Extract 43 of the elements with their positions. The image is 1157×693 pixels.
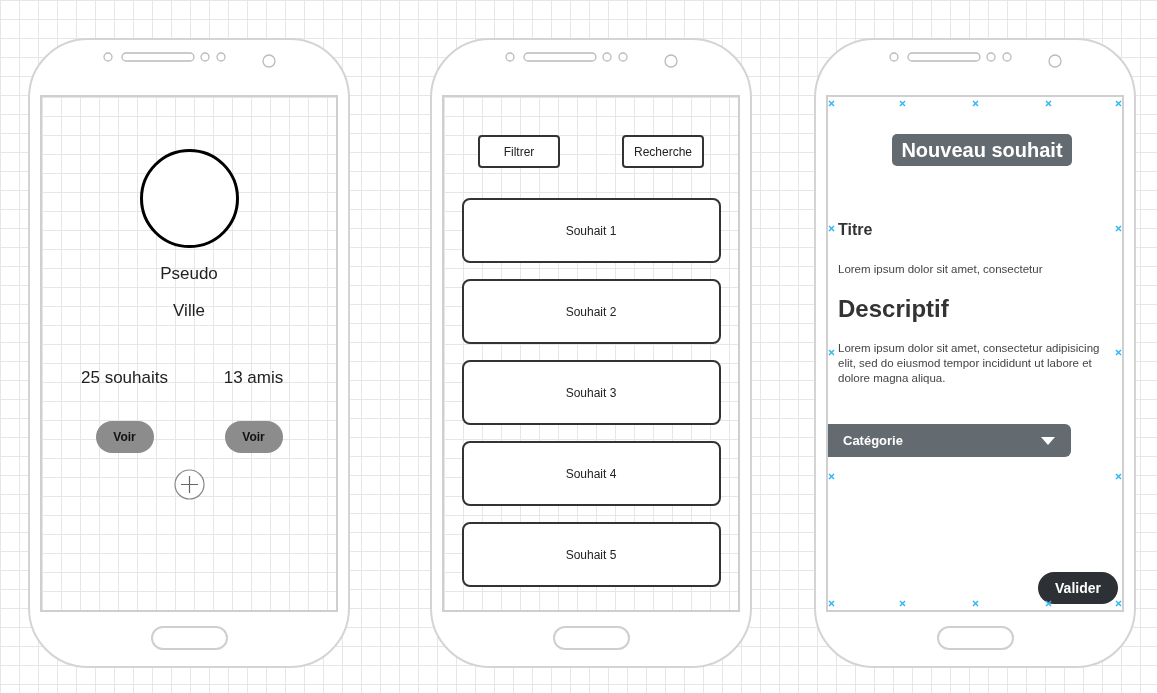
wish-list-item[interactable]: Souhait 4: [461, 441, 721, 506]
cross-mark-icon: [899, 100, 906, 107]
wish-list-item[interactable]: Souhait 5: [461, 522, 721, 587]
cross-mark-icon: [1045, 100, 1052, 107]
stat-text: 13 amis: [223, 367, 284, 389]
field-label: Descriptif: [838, 294, 950, 324]
field-label: Titre: [838, 220, 874, 240]
cross-mark-icon: [828, 100, 835, 107]
toolbar-button[interactable]: Recherche: [622, 135, 704, 168]
add-icon[interactable]: [173, 468, 205, 500]
cross-mark-icon: [972, 600, 979, 607]
username-text: Pseudo: [160, 263, 218, 285]
cross-mark-icon: [1115, 473, 1122, 480]
cross-mark-icon: [828, 473, 835, 480]
field-text: Lorem ipsum dolor sit amet, consectetur: [838, 262, 1044, 277]
dropdown-caret-icon: [1041, 436, 1055, 445]
city-text: Ville: [173, 299, 205, 322]
cross-mark-icon: [972, 100, 979, 107]
home-button[interactable]: [150, 626, 228, 650]
camera-icon: [1048, 54, 1062, 68]
field-text: Lorem ipsum dolor sit amet, consectetur adipisicing elit, sed do eiusmod tempor incididunt ut labore et dolore magna aliqua.: [838, 341, 1101, 386]
view-button[interactable]: Voir: [224, 420, 283, 453]
home-button[interactable]: [552, 626, 630, 650]
home-button[interactable]: [936, 626, 1014, 650]
camera-icon: [664, 54, 678, 68]
view-button[interactable]: Voir: [95, 420, 154, 453]
toolbar-button[interactable]: Filtrer: [478, 135, 560, 168]
cross-mark-icon: [1115, 225, 1122, 232]
wish-list-item[interactable]: Souhait 3: [461, 360, 721, 425]
camera-icon: [262, 54, 276, 68]
cross-mark-icon: [828, 225, 835, 232]
cross-mark-icon: [828, 349, 835, 356]
cross-mark-icon: [1115, 100, 1122, 107]
cross-mark-icon: [899, 600, 906, 607]
category-dropdown[interactable]: Catégorie: [828, 424, 1071, 457]
wish-list-item[interactable]: Souhait 1: [461, 198, 721, 263]
cross-mark-icon: [1115, 600, 1122, 607]
wish-list-item[interactable]: Souhait 2: [461, 279, 721, 344]
cross-mark-icon: [828, 600, 835, 607]
stat-text: 25 souhaits: [81, 367, 168, 389]
cross-mark-icon: [1115, 349, 1122, 356]
screen-title: Nouveau souhait: [892, 134, 1072, 166]
submit-button[interactable]: Valider: [1038, 572, 1118, 604]
